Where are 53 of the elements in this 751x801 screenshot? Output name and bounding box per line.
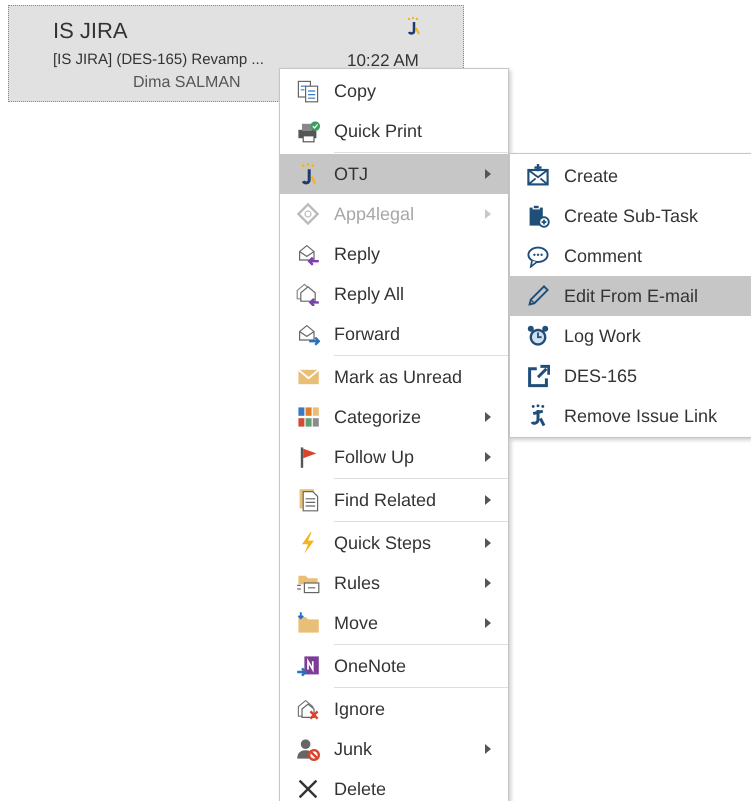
reply-all-icon — [296, 282, 320, 306]
menu-item[interactable]: Rules — [280, 563, 508, 603]
menu-item[interactable]: Quick Print — [280, 111, 508, 151]
ignore-icon — [296, 697, 320, 721]
close-icon — [296, 777, 320, 801]
forward-icon — [296, 322, 320, 346]
menu-item[interactable]: Reply — [280, 234, 508, 274]
person-blocked-icon — [296, 737, 320, 761]
menu-item[interactable]: Log Work — [510, 316, 751, 356]
menu-item[interactable]: Junk — [280, 729, 508, 769]
menu-item[interactable]: Comment — [510, 236, 751, 276]
copy-icon — [296, 79, 320, 103]
grid-icon — [296, 405, 320, 429]
printer-icon — [296, 119, 320, 143]
submenu-arrow-icon — [484, 577, 492, 589]
menu-item[interactable]: Categorize — [280, 397, 508, 437]
speech-bubble-icon — [526, 244, 550, 268]
submenu-arrow-icon — [484, 451, 492, 463]
menu-item[interactable]: Create — [510, 156, 751, 196]
pencil-icon — [526, 284, 550, 308]
sender-name: IS JIRA — [53, 18, 128, 44]
submenu-arrow-icon — [484, 617, 492, 629]
folder-icon — [296, 611, 320, 635]
submenu-arrow-icon — [484, 743, 492, 755]
envelope-plus-icon — [526, 164, 550, 188]
menu-item[interactable]: DES-165 — [510, 356, 751, 396]
menu-item[interactable]: Reply All — [280, 274, 508, 314]
menu-item[interactable]: Mark as Unread — [280, 357, 508, 397]
alarm-clock-icon — [526, 324, 550, 348]
from-text: Dima SALMAN — [133, 74, 241, 92]
menu-item[interactable]: Delete — [280, 769, 508, 801]
menu-item[interactable]: Follow Up — [280, 437, 508, 477]
menu-item[interactable]: Edit From E-mail — [510, 276, 751, 316]
submenu-arrow-icon — [484, 411, 492, 423]
submenu-arrow-icon — [484, 168, 492, 180]
menu-item[interactable]: Ignore — [280, 689, 508, 729]
menu-item[interactable]: Move — [280, 603, 508, 643]
menu-item[interactable]: OTJ — [280, 154, 508, 194]
submenu-arrow-icon — [484, 494, 492, 506]
submenu-arrow-icon — [484, 537, 492, 549]
menu-item[interactable]: Create Sub-Task — [510, 196, 751, 236]
menu-item[interactable]: Remove Issue Link — [510, 396, 751, 436]
diamond-icon — [296, 202, 320, 226]
time-text: 10:22 AM — [347, 51, 419, 71]
menu-item[interactable]: Quick Steps — [280, 523, 508, 563]
menu-item[interactable]: Find Related — [280, 480, 508, 520]
notebook-icon — [296, 654, 320, 678]
external-link-icon — [526, 364, 550, 388]
reply-icon — [296, 242, 320, 266]
subject-text: [IS JIRA] (DES-165) Revamp ... — [53, 51, 264, 68]
submenu-arrow-icon — [484, 208, 492, 220]
menu-item[interactable]: Forward — [280, 314, 508, 354]
menu-item[interactable]: OneNote — [280, 646, 508, 686]
